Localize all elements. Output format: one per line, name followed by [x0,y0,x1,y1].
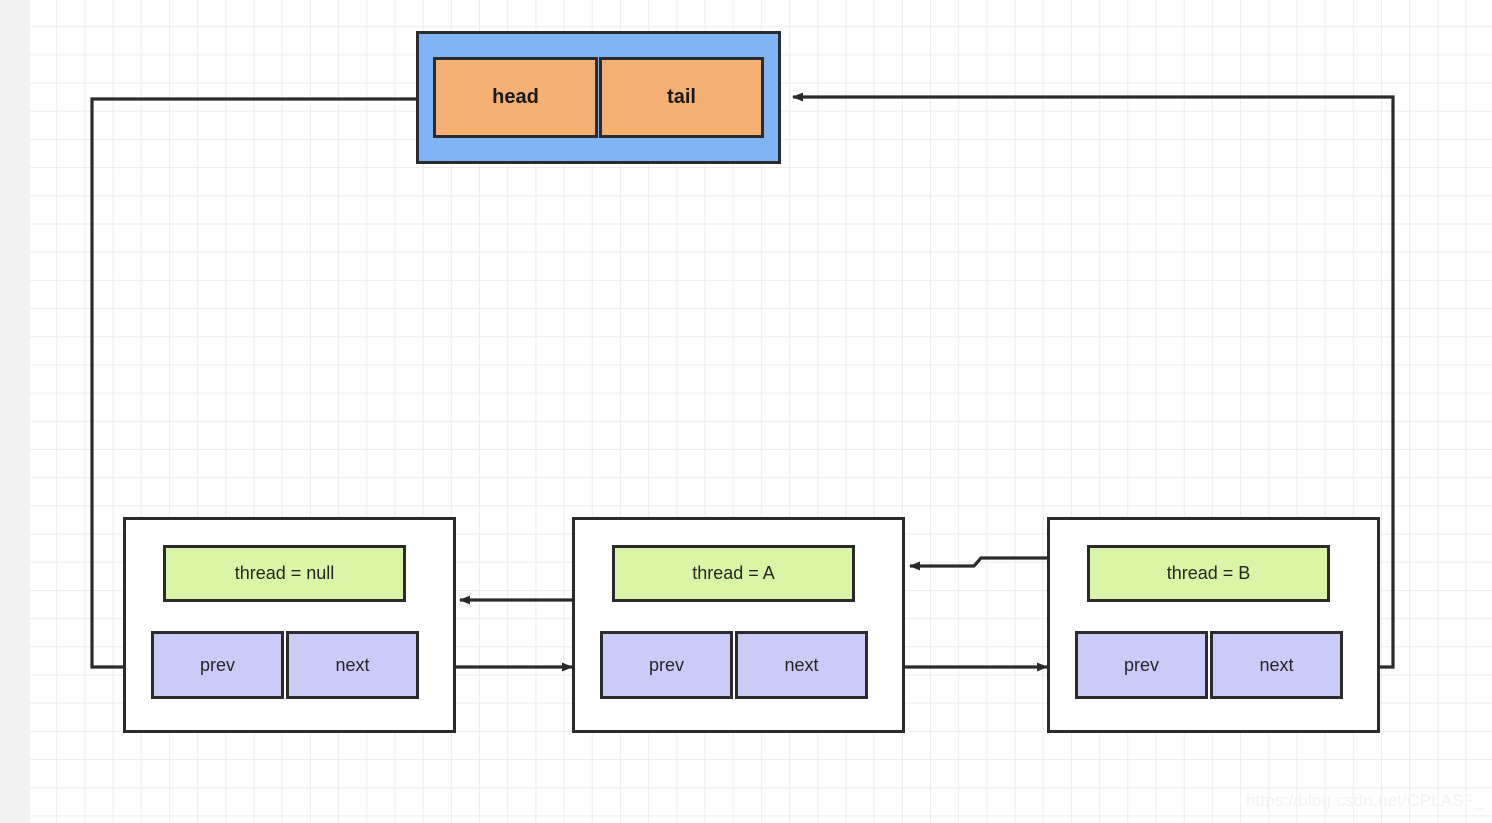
node-head-next-label: next [335,654,370,675]
node-head-prev-label: prev [199,654,235,675]
node-head-pointer-row: prev next [151,631,419,699]
node-b-prev-cell[interactable]: prev [1075,631,1208,699]
node-head-thread-label: thread = null [234,563,335,583]
node-b-thread-cell: thread = B [1087,545,1330,602]
tail-pointer-cell[interactable]: tail [599,57,764,138]
node-a-thread-label: thread = A [692,563,775,583]
node-b-thread-label: thread = B [1166,563,1251,583]
node-head-thread-cell: thread = null [163,545,406,602]
aqs-head-tail-container: head tail [416,31,781,164]
node-b-pointer-row: prev next [1075,631,1343,699]
node-a-next-cell[interactable]: next [735,631,868,699]
source-watermark: https://blog.csdn.net/CPLASF_ [1245,791,1484,810]
node-b[interactable]: thread = B prev next [1047,517,1380,733]
node-a-next-label: next [784,654,819,675]
node-b-next-cell[interactable]: next [1210,631,1343,699]
node-head[interactable]: thread = null prev next [123,517,456,733]
node-a-prev-label: prev [648,654,684,675]
node-a[interactable]: thread = A prev next [572,517,905,733]
node-head-prev-cell[interactable]: prev [151,631,284,699]
node-a-pointer-row: prev next [600,631,868,699]
node-b-next-label: next [1259,654,1294,675]
node-b-prev-label: prev [1123,654,1159,675]
head-pointer-cell[interactable]: head [433,57,598,138]
diagram-canvas: head tail thread = null prev next thread… [0,0,1492,823]
head-pointer-label: head [492,86,539,108]
node-a-thread-cell: thread = A [612,545,855,602]
node-head-next-cell[interactable]: next [286,631,419,699]
tail-pointer-label: tail [667,86,696,108]
left-gutter [0,0,30,823]
node-a-prev-cell[interactable]: prev [600,631,733,699]
